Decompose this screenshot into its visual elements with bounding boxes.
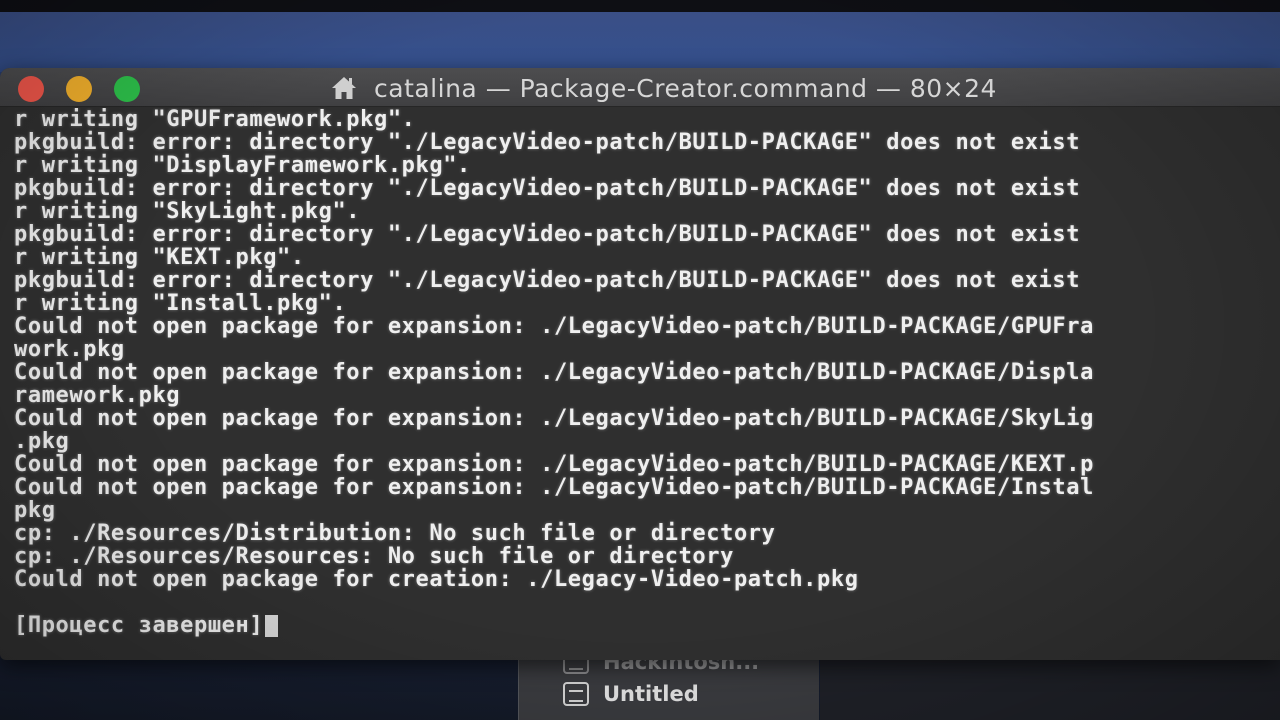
window-title: catalina — Package-Creator.command — 80×…: [374, 73, 997, 103]
terminal-line: pkg: [14, 498, 56, 523]
terminal-output[interactable]: r writing "GPUFramework.pkg". pkgbuild: …: [14, 108, 1280, 656]
terminal-line: r writing "Install.pkg".: [14, 291, 347, 316]
terminal-line: Could not open package for expansion: ./…: [14, 314, 1094, 339]
background-finder-window[interactable]: Hackintosh... Untitled: [518, 650, 819, 720]
process-status-text: [Процесс завершен]: [14, 613, 264, 638]
terminal-line: pkgbuild: error: directory "./LegacyVide…: [14, 130, 1081, 155]
window-title-group: catalina — Package-Creator.command — 80×…: [330, 72, 997, 104]
title-bar[interactable]: catalina — Package-Creator.command — 80×…: [0, 68, 1280, 107]
zoom-button[interactable]: [114, 76, 140, 102]
monitor-bezel: [0, 0, 1280, 12]
background-panel: [820, 652, 1280, 720]
process-status-line: [Процесс завершен]: [14, 613, 279, 638]
close-button[interactable]: [18, 76, 44, 102]
terminal-line: pkgbuild: error: directory "./LegacyVide…: [14, 222, 1081, 247]
terminal-line: Could not open package for expansion: ./…: [14, 406, 1094, 431]
terminal-line: r writing "GPUFramework.pkg".: [14, 108, 416, 132]
background-list-item[interactable]: Untitled: [519, 680, 819, 708]
home-icon: [332, 77, 356, 99]
terminal-line: r writing "SkyLight.pkg".: [14, 199, 361, 224]
terminal-line: Could not open package for expansion: ./…: [14, 360, 1094, 385]
minimize-button[interactable]: [66, 76, 92, 102]
terminal-line: pkgbuild: error: directory "./LegacyVide…: [14, 176, 1081, 201]
terminal-line: work.pkg: [14, 337, 125, 362]
desktop-background: [0, 12, 1280, 72]
terminal-line: ramework.pkg: [14, 383, 181, 408]
terminal-line: cp: ./Resources/Resources: No such file …: [14, 544, 734, 569]
terminal-line: r writing "KEXT.pkg".: [14, 245, 305, 270]
terminal-line: r writing "DisplayFramework.pkg".: [14, 153, 471, 178]
terminal-line: cp: ./Resources/Distribution: No such fi…: [14, 521, 776, 546]
terminal-window[interactable]: catalina — Package-Creator.command — 80×…: [0, 68, 1280, 660]
terminal-line: Could not open package for expansion: ./…: [14, 452, 1094, 477]
terminal-line: Could not open package for creation: ./L…: [14, 567, 859, 592]
text-cursor: [265, 615, 279, 637]
terminal-line: Could not open package for expansion: ./…: [14, 475, 1094, 500]
terminal-line: .pkg: [14, 429, 70, 454]
background-item-label: Untitled: [603, 682, 699, 706]
terminal-line: pkgbuild: error: directory "./LegacyVide…: [14, 268, 1081, 293]
document-icon: [563, 682, 589, 706]
